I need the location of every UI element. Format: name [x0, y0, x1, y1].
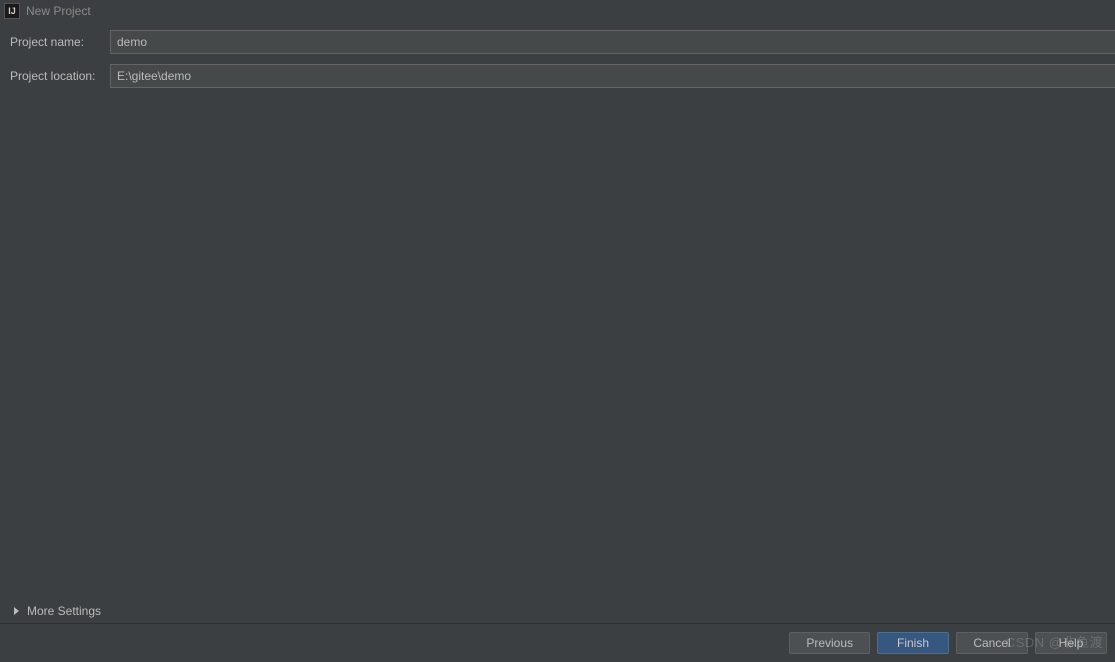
previous-button[interactable]: Previous — [789, 632, 870, 654]
form-area: Project name: Project location: — [0, 22, 1115, 88]
title-bar: IJ New Project — [0, 0, 1115, 22]
more-settings-toggle[interactable]: More Settings — [14, 604, 101, 618]
app-icon: IJ — [4, 3, 20, 19]
more-settings-label: More Settings — [27, 604, 101, 618]
project-location-label: Project location: — [10, 69, 110, 83]
help-button[interactable]: Help — [1035, 632, 1107, 654]
button-bar: Previous Finish Cancel Help — [789, 632, 1107, 654]
window-title: New Project — [26, 4, 91, 18]
project-name-row: Project name: — [0, 30, 1115, 54]
project-name-input[interactable] — [110, 30, 1115, 54]
finish-button[interactable]: Finish — [877, 632, 949, 654]
chevron-right-icon — [14, 607, 19, 615]
separator — [0, 623, 1115, 624]
project-name-label: Project name: — [10, 35, 110, 49]
cancel-button[interactable]: Cancel — [956, 632, 1028, 654]
project-location-row: Project location: — [0, 64, 1115, 88]
project-location-input[interactable] — [110, 64, 1115, 88]
